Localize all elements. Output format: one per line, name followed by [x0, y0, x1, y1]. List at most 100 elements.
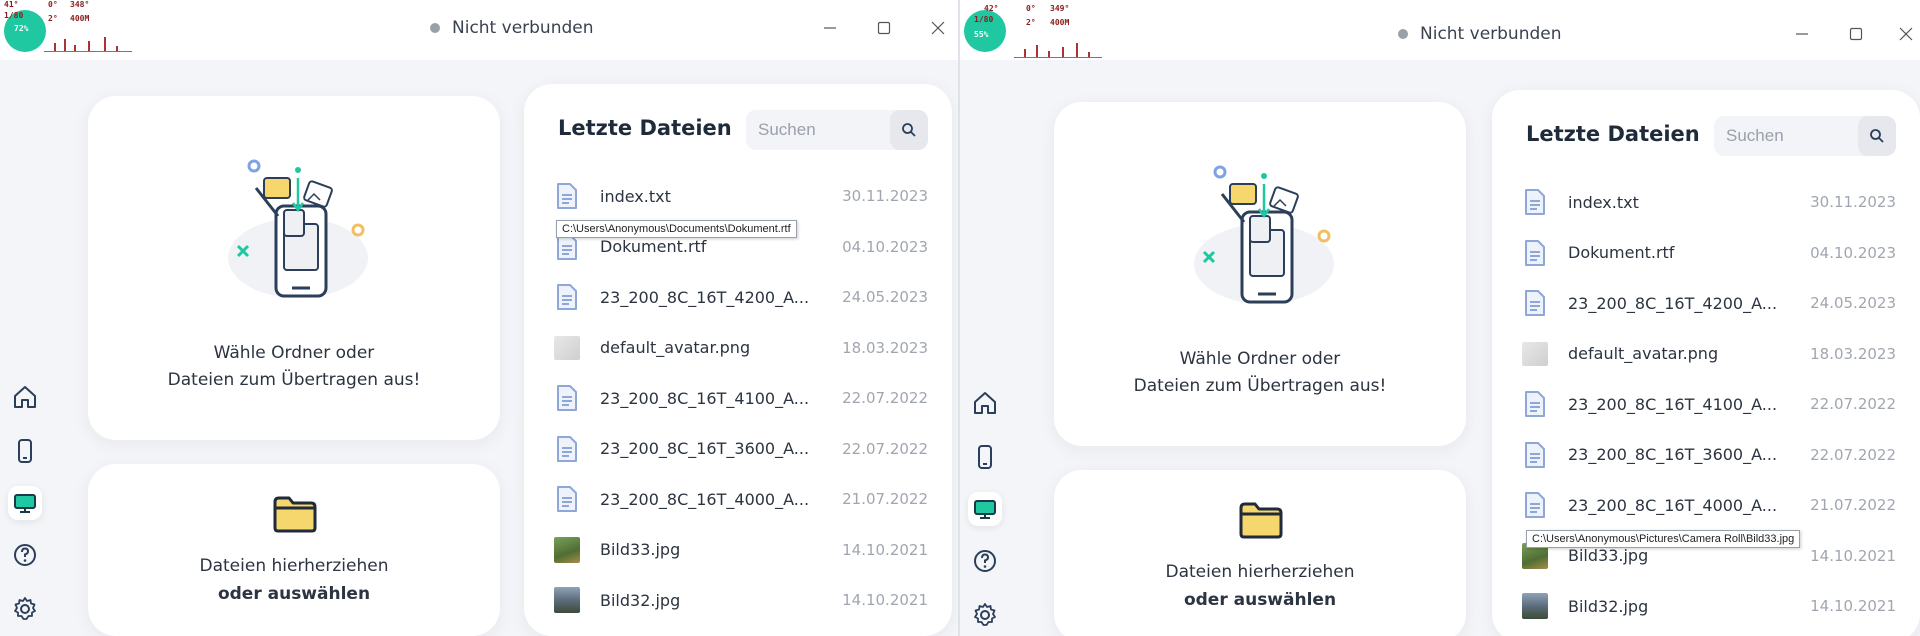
minimize-button[interactable] — [818, 16, 842, 40]
file-name: index.txt — [600, 186, 671, 206]
drop-select-link[interactable]: oder auswählen — [1054, 590, 1466, 610]
overlay-value: 72% — [14, 24, 29, 33]
search-button[interactable] — [1858, 116, 1896, 156]
drop-select-link[interactable]: oder auswählen — [88, 584, 500, 604]
file-row[interactable]: 23_200_8C_16T_3600_A... 22.07.2022 — [554, 425, 928, 473]
nav-phone[interactable] — [968, 440, 1002, 474]
document-icon — [554, 383, 580, 413]
file-name: 23_200_8C_16T_4200_A... — [600, 287, 810, 307]
file-date: 14.10.2021 — [842, 540, 928, 559]
phone-transfer-illustration — [228, 159, 368, 298]
overlay-value: 348° — [70, 0, 90, 9]
select-line1: Wähle Ordner oder — [213, 343, 375, 363]
document-icon — [1522, 440, 1548, 470]
drop-zone-card[interactable]: Dateien hierherziehen oder auswählen — [88, 464, 500, 636]
close-button[interactable] — [926, 16, 950, 40]
file-row[interactable]: Bild32.jpg 14.10.2021 — [1522, 582, 1896, 630]
file-row[interactable]: default_avatar.png 18.03.2023 — [554, 324, 928, 372]
search-input[interactable] — [1714, 116, 1854, 156]
file-row[interactable]: Bild32.jpg 14.10.2021 — [554, 576, 928, 624]
overlay-value: 400M — [70, 14, 90, 23]
file-row[interactable]: 23_200_8C_16T_4200_A... 24.05.2023 — [1522, 279, 1896, 327]
select-instruction: Wähle Ordner oder Dateien zum Übertragen… — [88, 340, 500, 394]
file-name: Bild32.jpg — [600, 590, 681, 610]
search-input[interactable] — [746, 110, 886, 150]
status-label: Nicht verbunden — [452, 18, 594, 38]
close-icon — [1899, 27, 1913, 41]
nav-computer[interactable] — [968, 492, 1002, 526]
title-bar: 72% 41° 0° 348° 1/80 2° 400M Nicht verbu… — [0, 0, 960, 60]
overlay-value: 41° — [4, 0, 19, 9]
nav-home[interactable] — [8, 380, 42, 414]
nav-settings[interactable] — [968, 598, 1002, 632]
drop-instruction: Dateien hierherziehen — [199, 556, 389, 576]
minimize-icon — [824, 27, 836, 29]
help-icon — [974, 550, 996, 572]
file-row[interactable]: Dokument.rtf 04.10.2023 — [1522, 229, 1896, 277]
file-path-tooltip: C:\Users\Anonymous\Pictures\Camera Roll\… — [1526, 530, 1801, 548]
document-icon — [1522, 288, 1548, 318]
home-icon — [14, 386, 36, 408]
file-row[interactable]: Bild33.jpg 14.10.2021 — [554, 526, 928, 574]
gear-icon — [14, 597, 36, 620]
file-name: index.txt — [1568, 192, 1639, 212]
recent-files-title: Letzte Dateien — [558, 116, 732, 140]
monitor-icon — [974, 500, 996, 519]
file-name: default_avatar.png — [600, 338, 751, 357]
file-date: 04.10.2023 — [842, 237, 928, 256]
image-thumbnail — [554, 535, 580, 565]
file-date: 18.03.2023 — [842, 338, 928, 357]
file-name: 23_200_8C_16T_4200_A... — [1568, 293, 1778, 313]
file-row[interactable]: 23_200_8C_16T_4100_A... 22.07.2022 — [1522, 380, 1896, 428]
close-button[interactable] — [1894, 22, 1918, 46]
title-bar: 55% 42° 0° 349° 1/80 2° 400M Nicht verbu… — [960, 0, 1920, 60]
document-icon — [1522, 238, 1548, 268]
file-row[interactable]: index.txt 30.11.2023 — [554, 172, 928, 220]
status-label: Nicht verbunden — [1420, 24, 1562, 44]
file-name: Bild33.jpg — [1568, 546, 1649, 565]
image-thumbnail — [1522, 339, 1548, 369]
file-date: 30.11.2023 — [1810, 193, 1896, 211]
nav-home[interactable] — [968, 386, 1002, 420]
maximize-button[interactable] — [1844, 22, 1868, 46]
select-line1: Wähle Ordner oder — [1179, 349, 1341, 369]
overlay-value: 400M — [1050, 18, 1070, 27]
file-date: 14.10.2021 — [1810, 597, 1896, 615]
file-name: 23_200_8C_16T_3600_A... — [1568, 445, 1778, 464]
overlay-value: 2° — [48, 14, 58, 23]
monitor-icon — [14, 494, 36, 513]
nav-computer[interactable] — [8, 486, 42, 520]
document-icon — [1522, 187, 1548, 217]
file-name: 23_200_8C_16T_4100_A... — [600, 388, 810, 408]
document-icon — [1522, 389, 1548, 419]
status-dot — [1398, 29, 1408, 39]
file-name: 23_200_8C_16T_3600_A... — [600, 439, 810, 458]
file-date: 14.10.2021 — [842, 591, 928, 609]
file-row[interactable]: 23_200_8C_16T_4000_A... 21.07.2022 — [1522, 481, 1896, 529]
overlay-value: 42° — [984, 4, 999, 13]
select-files-card[interactable]: Wähle Ordner oder Dateien zum Übertragen… — [88, 96, 500, 440]
status-dot — [430, 23, 440, 33]
file-row[interactable]: 23_200_8C_16T_4000_A... 21.07.2022 — [554, 475, 928, 523]
maximize-button[interactable] — [872, 16, 896, 40]
file-row[interactable]: 23_200_8C_16T_4100_A... 22.07.2022 — [554, 374, 928, 422]
file-row[interactable]: default_avatar.png 18.03.2023 — [1522, 330, 1896, 378]
drop-zone-card[interactable]: Dateien hierherziehen oder auswählen — [1054, 470, 1466, 636]
file-row[interactable]: 23_200_8C_16T_3600_A... 22.07.2022 — [1522, 431, 1896, 479]
search-button[interactable] — [890, 110, 928, 150]
overlay-value: 2° — [1026, 18, 1036, 27]
select-files-card[interactable]: Wähle Ordner oder Dateien zum Übertragen… — [1054, 102, 1466, 446]
document-icon — [554, 434, 580, 464]
connection-status: Nicht verbunden — [430, 18, 594, 38]
nav-help[interactable] — [8, 538, 42, 572]
file-row[interactable]: 23_200_8C_16T_4200_A... 24.05.2023 — [554, 273, 928, 321]
document-icon — [554, 282, 580, 312]
nav-settings[interactable] — [8, 592, 42, 626]
file-name: 23_200_8C_16T_4000_A... — [1568, 495, 1778, 515]
nav-help[interactable] — [968, 544, 1002, 578]
home-icon — [974, 392, 996, 414]
file-row[interactable]: index.txt 30.11.2023 — [1522, 178, 1896, 226]
nav-phone[interactable] — [8, 434, 42, 468]
phone-icon — [978, 445, 992, 469]
minimize-button[interactable] — [1790, 22, 1814, 46]
